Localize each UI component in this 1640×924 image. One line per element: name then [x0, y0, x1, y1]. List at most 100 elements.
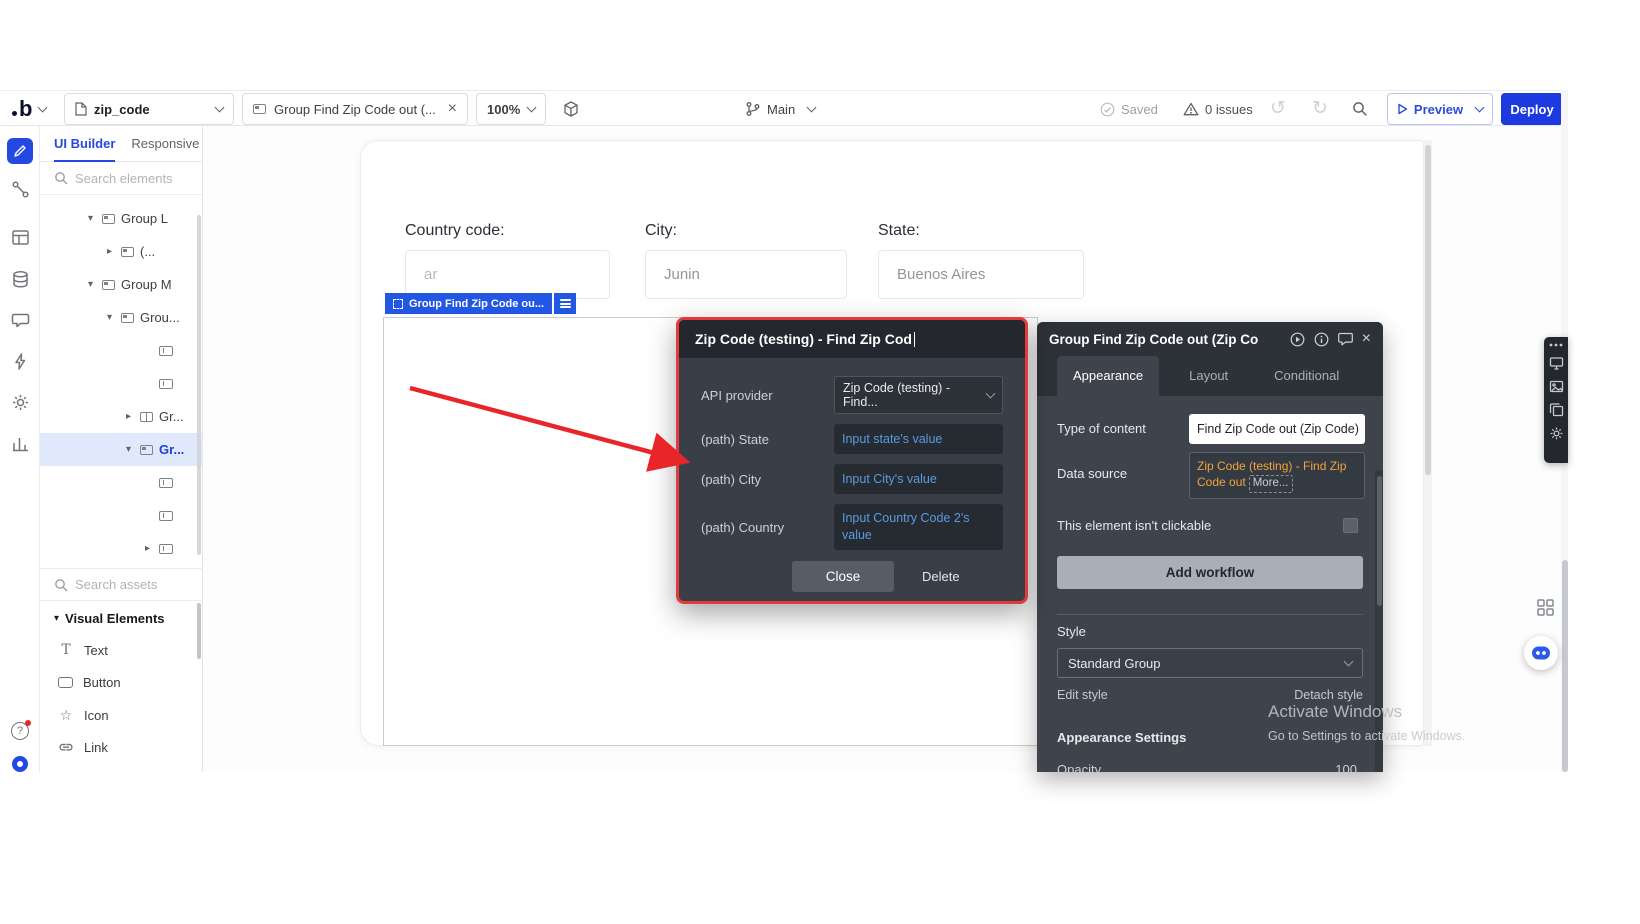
assistant-button[interactable]: [1524, 636, 1558, 670]
tree-row[interactable]: [40, 466, 203, 499]
tree-caret-down-icon[interactable]: ▾: [107, 312, 121, 323]
tree-caret-down-icon[interactable]: ▾: [88, 213, 102, 224]
data-source-field[interactable]: Zip Code (testing) - Find Zip Code outMo…: [1189, 452, 1365, 499]
tree-caret-right-icon[interactable]: ▸: [145, 543, 159, 554]
tree-row-gr[interactable]: ▸Gr...: [40, 400, 203, 433]
tab-ui-builder[interactable]: UI Builder: [54, 126, 115, 162]
canvas-scrollbar[interactable]: [1424, 140, 1432, 746]
palette-item-text[interactable]: TText: [40, 634, 203, 667]
plugins-button[interactable]: [0, 352, 40, 371]
style-dropdown[interactable]: Standard Group: [1057, 648, 1363, 678]
inspector-scrollbar-thumb[interactable]: [1377, 476, 1382, 606]
edit-style-link[interactable]: Edit style: [1057, 688, 1108, 702]
bubble-logo[interactable]: b: [12, 93, 46, 125]
tree-caret-right-icon[interactable]: ▸: [107, 246, 121, 257]
issues-indicator[interactable]: 0 issues: [1183, 93, 1253, 125]
close-button[interactable]: Close: [792, 561, 894, 592]
palette-item-button[interactable]: Button: [40, 667, 203, 700]
search-elements-input[interactable]: [75, 171, 185, 186]
monitor-icon[interactable]: [1549, 356, 1564, 371]
close-tab-icon[interactable]: ×: [448, 100, 457, 118]
popup-field-expression[interactable]: Input City's value: [834, 464, 1003, 494]
preview-button[interactable]: Preview: [1387, 93, 1493, 125]
tree-row-grou[interactable]: ▾Grou...: [40, 301, 203, 334]
left-icon-rail: ?: [0, 126, 40, 772]
clickable-checkbox[interactable]: [1343, 518, 1358, 533]
data-button[interactable]: [0, 270, 40, 289]
window-scrollbar-thumb[interactable]: [1562, 560, 1568, 772]
deploy-button[interactable]: Deploy: [1501, 93, 1563, 125]
close-icon[interactable]: ×: [1362, 332, 1371, 346]
tree-row-gr[interactable]: ▾Gr...: [40, 433, 203, 466]
popup-row: (path) CityInput City's value: [679, 464, 1025, 494]
styles-button[interactable]: [0, 311, 40, 330]
branch-selector[interactable]: Main: [745, 93, 815, 125]
tree-row-group-m[interactable]: ▾Group M: [40, 268, 203, 301]
inspector-tab-conditional[interactable]: Conditional: [1258, 356, 1355, 396]
app-selector[interactable]: zip_code: [64, 93, 234, 125]
search-elements[interactable]: [40, 162, 202, 195]
inspector-tab-appearance[interactable]: Appearance: [1057, 356, 1159, 396]
field-input[interactable]: ar: [405, 250, 610, 299]
popup-field-dropdown[interactable]: Zip Code (testing) - Find...: [834, 376, 1003, 414]
element-quick-toolbar: [1544, 337, 1568, 463]
add-workflow-button[interactable]: Add workflow: [1057, 556, 1363, 589]
component-cube-icon[interactable]: [562, 100, 580, 118]
opacity-value[interactable]: 100: [1335, 762, 1357, 772]
tree-caret-down-icon[interactable]: ▾: [126, 444, 140, 455]
palette-item-link[interactable]: Link: [40, 732, 203, 765]
play-icon[interactable]: [1290, 332, 1305, 347]
design-mode-button[interactable]: [0, 138, 40, 164]
logs-button[interactable]: [0, 434, 40, 453]
selected-element-badge[interactable]: Group Find Zip Code ou...: [385, 293, 576, 314]
undo-icon[interactable]: ↺: [1270, 97, 1286, 121]
group-element-icon: [121, 313, 134, 323]
palette-item-label: Text: [84, 643, 108, 658]
tab-responsive[interactable]: Responsive: [131, 126, 199, 162]
help-button[interactable]: ?: [0, 722, 40, 740]
palette-item-icon[interactable]: ☆Icon: [40, 699, 203, 732]
settings-button[interactable]: [0, 393, 40, 412]
tree-row[interactable]: [40, 367, 203, 400]
zoom-selector[interactable]: 100%: [476, 93, 546, 125]
open-element-tab[interactable]: Group Find Zip Code out (... ×: [242, 93, 468, 125]
type-of-content-input[interactable]: Find Zip Code out (Zip Code): [1189, 414, 1365, 444]
search-icon[interactable]: [1352, 101, 1368, 117]
more-button[interactable]: More...: [1249, 475, 1293, 493]
tree-row-[interactable]: ▸(...: [40, 235, 203, 268]
delete-button[interactable]: Delete: [922, 569, 960, 584]
layout-button[interactable]: [0, 228, 40, 247]
visual-elements-header[interactable]: ▾ Visual Elements: [40, 603, 203, 633]
popup-field-expression[interactable]: Input Country Code 2's value: [834, 504, 1003, 550]
image-icon[interactable]: [1549, 380, 1564, 393]
detach-style-link[interactable]: Detach style: [1294, 688, 1363, 702]
panel-scrollbar-thumb[interactable]: [197, 603, 201, 659]
tree-row[interactable]: [40, 334, 203, 367]
inspector-tab-layout[interactable]: Layout: [1173, 356, 1244, 396]
panel-scrollbar-thumb[interactable]: [197, 215, 201, 555]
field-input[interactable]: Buenos Aires: [878, 250, 1084, 299]
data-source-chip[interactable]: [554, 293, 576, 314]
search-assets-input[interactable]: [75, 577, 185, 592]
chat-bubble-button[interactable]: [0, 756, 40, 772]
copy-icon[interactable]: [1549, 402, 1564, 417]
search-assets[interactable]: [40, 568, 203, 601]
tree-row[interactable]: ▸: [40, 532, 203, 565]
tree-row[interactable]: [40, 499, 203, 532]
canvas-scrollbar-thumb[interactable]: [1425, 145, 1431, 475]
redo-icon[interactable]: ↻: [1312, 97, 1328, 121]
popup-title-bar[interactable]: Zip Code (testing) - Find Zip Cod: [679, 320, 1025, 358]
popup-field-expression[interactable]: Input state's value: [834, 424, 1003, 454]
field-input[interactable]: Junin: [645, 250, 847, 299]
inspector-header[interactable]: Group Find Zip Code out (Zip Co ×: [1037, 322, 1383, 356]
more-dots-icon[interactable]: [1549, 343, 1563, 347]
group-element-icon: [121, 247, 134, 257]
tree-caret-right-icon[interactable]: ▸: [126, 411, 140, 422]
workflow-button[interactable]: [0, 180, 40, 199]
tree-caret-down-icon[interactable]: ▾: [88, 279, 102, 290]
grid-apps-icon[interactable]: [1537, 599, 1554, 616]
comment-icon[interactable]: [1338, 332, 1353, 346]
gear-icon[interactable]: [1549, 426, 1564, 441]
info-icon[interactable]: [1314, 332, 1329, 347]
tree-row-group-l[interactable]: ▾Group L: [40, 202, 203, 235]
